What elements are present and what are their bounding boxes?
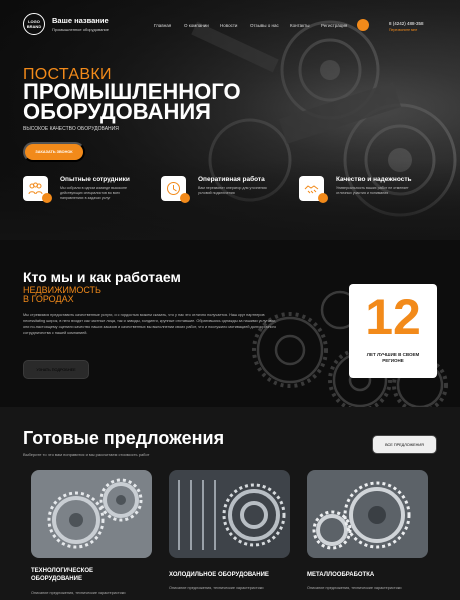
offer-description: Описание предложения, технические характ…	[31, 591, 126, 595]
feature-title: Оперативная работа	[198, 176, 265, 183]
about-text: Мы стремимся предоставить качественные у…	[23, 313, 277, 335]
clock-icon	[161, 176, 190, 203]
offer-image-refrigeration[interactable]	[169, 470, 290, 558]
nav-register[interactable]: Регистрация	[321, 23, 347, 28]
about-section: Кто мы и как работаем НЕДВИЖИМОСТЬ В ГОР…	[0, 240, 460, 407]
brand-subtitle: Промышленное оборудование	[52, 27, 110, 32]
offers-section: Готовые предложения Выберите то что вам …	[0, 407, 460, 600]
all-offers-button[interactable]: ВСЕ ПРЕДЛОЖЕНИЯ	[372, 435, 437, 454]
feature-text: Универсальность ваших работ не отменяет …	[336, 186, 409, 195]
offer-image-metalworking[interactable]	[307, 470, 428, 558]
offer-title-line1: ТЕХНОЛОГИЧЕСКОЕ	[31, 568, 93, 574]
offer-title: МЕТАЛЛООБРАБОТКА	[307, 572, 375, 578]
about-title: Кто мы и как работаем	[23, 269, 181, 285]
offer-title-line2: ОБОРУДОВАНИЕ	[31, 576, 82, 582]
nav-news[interactable]: Новости	[220, 23, 237, 28]
badge-dot	[42, 193, 52, 203]
offer-description: Описание предложения, технические характ…	[169, 586, 264, 590]
offer-description: Описание предложения, технические характ…	[307, 586, 402, 590]
nav-reviews[interactable]: Отзывы о нас	[250, 23, 279, 28]
stat-card: 12 ЛЕТ ЛУЧШИЕ В СВОЕМ РЕГИОНЕ	[349, 284, 437, 378]
offer-image-technological[interactable]	[31, 470, 152, 558]
hero-subtitle: ВЫСОКОЕ КАЧЕСТВО ОБОРУДОВАНИЯ	[23, 126, 119, 132]
feature-text: Вам перезвонит оператор для уточнения ус…	[198, 186, 267, 195]
site-header: LOGO BRAND Ваше название Промышленное об…	[0, 0, 460, 48]
hero-section: LOGO BRAND Ваше название Промышленное об…	[0, 0, 460, 240]
learn-more-button[interactable]: УЗНАТЬ ПОДРОБНЕЕ	[23, 360, 89, 379]
badge-dot	[180, 193, 190, 203]
handshake-icon	[299, 176, 328, 203]
team-icon	[23, 176, 52, 203]
feature-title: Опытные сотрудники	[60, 176, 130, 183]
offers-title: Готовые предложения	[23, 428, 225, 448]
nav-contacts[interactable]: Контакты	[290, 23, 309, 28]
stat-label: ЛЕТ ЛУЧШИЕ В СВОЕМ РЕГИОНЕ	[366, 352, 420, 363]
callback-link[interactable]: Перезвоните мне	[389, 28, 417, 32]
phone-number[interactable]: 8 (4242) 488-358	[389, 21, 424, 26]
logo[interactable]: LOGO BRAND	[23, 13, 45, 35]
feature-text: Мы собрали в одном команде высоконе дейс…	[60, 186, 128, 200]
badge-dot	[318, 193, 328, 203]
hero-title-line2: ОБОРУДОВАНИЯ	[23, 99, 211, 124]
nav-home[interactable]: Главная	[154, 23, 171, 28]
stat-number: 12	[365, 289, 421, 345]
about-subtitle-line2: В ГОРОДАХ	[23, 294, 74, 304]
order-call-button[interactable]: ЗАКАЗАТЬ ЗВОНОК	[23, 142, 85, 162]
brand-name: Ваше название	[52, 16, 109, 25]
logo-text-bottom: BRAND	[26, 24, 42, 29]
offers-subtitle: Выберите то что вам понравится и мы расс…	[23, 452, 150, 457]
offer-title: ХОЛОДИЛЬНОЕ ОБОРУДОВАНИЕ	[169, 572, 269, 578]
nav-about[interactable]: О компании	[184, 23, 209, 28]
feature-title: Качество и надежность	[336, 176, 412, 183]
user-icon-button[interactable]	[357, 19, 369, 31]
